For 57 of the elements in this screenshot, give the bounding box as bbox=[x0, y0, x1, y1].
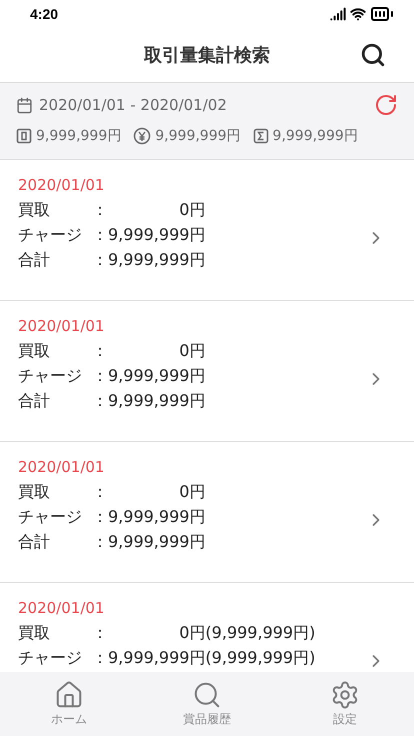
row-amount: 9,999,999円 bbox=[108, 224, 206, 246]
row-colon: ： bbox=[92, 481, 108, 503]
row-colon: ： bbox=[92, 249, 108, 271]
row-label: 買取 bbox=[18, 340, 51, 362]
signal-icon bbox=[330, 6, 346, 22]
register-icon bbox=[16, 128, 32, 144]
row-colon: ： bbox=[92, 199, 108, 221]
row-label: 買取 bbox=[18, 199, 51, 221]
refresh-button[interactable] bbox=[374, 93, 398, 117]
total-amount: 9,999,999円 bbox=[155, 127, 241, 145]
row-label: 買取 bbox=[18, 622, 51, 644]
record-date: 2020/01/01 bbox=[18, 176, 106, 194]
row-label: 合計 bbox=[18, 249, 51, 271]
row-label: 買取 bbox=[18, 481, 51, 503]
search-button[interactable] bbox=[360, 42, 386, 68]
row-label: 合計 bbox=[18, 390, 51, 412]
wifi-icon bbox=[350, 6, 366, 22]
record-card[interactable]: 2020/01/01 買取 ： 0円 チャージ ：9,999,999円 合計 ：9,999,999円 bbox=[0, 301, 414, 442]
record-date: 2020/01/01 bbox=[18, 599, 106, 617]
row-amount: 9,999,999円 bbox=[108, 390, 206, 412]
row-label: 合計 bbox=[18, 531, 51, 553]
row-amount: 9,999,999円(9,999,999円) bbox=[108, 647, 316, 669]
record-date: 2020/01/01 bbox=[18, 458, 106, 476]
yen-icon bbox=[133, 127, 152, 145]
row-colon: ： bbox=[92, 390, 108, 412]
row-amount: 9,999,999円 bbox=[108, 365, 206, 387]
row-label: チャージ bbox=[18, 224, 83, 246]
row-amount: 0円 bbox=[178, 199, 206, 221]
row-colon: ： bbox=[92, 224, 108, 246]
total-amount: 9,999,999円 bbox=[272, 127, 358, 145]
row-amount: 9,999,999円 bbox=[108, 506, 206, 528]
record-card[interactable]: 2020/01/01 買取 ： 0円 チャージ ：9,999,999円 合計 ：9,999,999円 bbox=[0, 160, 414, 301]
record-date: 2020/01/01 bbox=[18, 317, 106, 335]
row-colon: ： bbox=[92, 531, 108, 553]
date-range: 2020/01/01 - 2020/01/02 bbox=[39, 96, 227, 114]
row-amount: 0円 bbox=[178, 481, 206, 503]
record-card[interactable]: 2020/01/01 買取 ： 0円 チャージ ：9,999,999円 合計 ：9,999,999円 bbox=[0, 442, 414, 583]
row-label: チャージ bbox=[18, 647, 83, 669]
row-label: チャージ bbox=[18, 365, 83, 387]
calendar-icon bbox=[16, 96, 33, 114]
row-amount: 0円(9,999,999円) bbox=[178, 622, 316, 644]
settings-icon bbox=[330, 680, 360, 710]
row-label: チャージ bbox=[18, 506, 83, 528]
row-colon: ： bbox=[92, 340, 108, 362]
row-amount: 9,999,999円 bbox=[108, 249, 206, 271]
row-colon: ： bbox=[92, 647, 108, 669]
row-colon: ： bbox=[92, 365, 108, 387]
row-amount: 0円 bbox=[178, 340, 206, 362]
page-title: 取引量集計検索 bbox=[144, 44, 270, 67]
row-amount: 9,999,999円 bbox=[108, 531, 206, 553]
row-colon: ： bbox=[92, 622, 108, 644]
status-time: 4:20 bbox=[30, 6, 58, 22]
home-icon bbox=[54, 680, 84, 710]
total-amount: 9,999,999円 bbox=[36, 127, 122, 145]
sigma-icon bbox=[252, 128, 269, 144]
search-icon bbox=[192, 680, 222, 710]
row-colon: ： bbox=[92, 506, 108, 528]
